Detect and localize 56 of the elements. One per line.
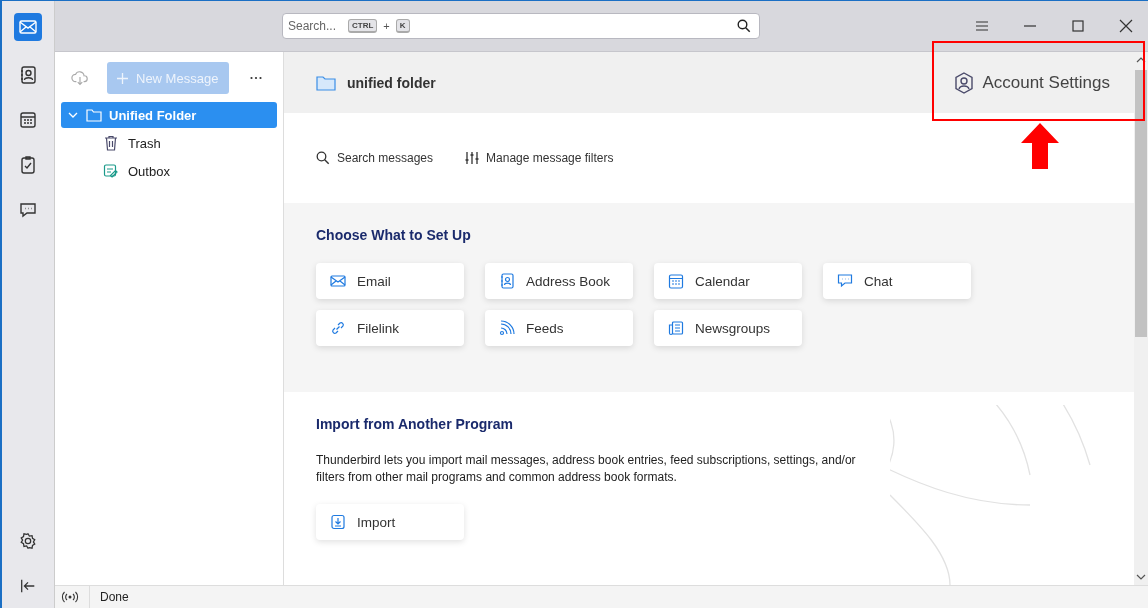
address-book-icon — [499, 273, 515, 289]
status-text: Done — [89, 586, 129, 608]
envelope-icon — [330, 273, 346, 289]
email-setup-button[interactable]: Email — [316, 263, 464, 299]
section-heading: Choose What to Set Up — [316, 227, 472, 243]
search-placeholder: Search... — [288, 19, 337, 33]
trash-icon — [103, 135, 119, 151]
scroll-down-icon[interactable] — [1136, 573, 1146, 581]
scroll-up-icon[interactable] — [1136, 56, 1146, 64]
plus-icon — [117, 72, 128, 84]
search-icon — [737, 19, 751, 33]
account-settings-button[interactable]: Account Settings — [954, 71, 1110, 94]
calendar-setup-button[interactable]: Calendar — [654, 263, 802, 299]
envelope-icon — [18, 17, 38, 37]
plus-sign: + — [383, 20, 390, 32]
filelink-setup-button[interactable]: Filelink — [316, 310, 464, 346]
collapse-arrow-icon — [19, 577, 37, 595]
newspaper-icon — [668, 320, 684, 336]
scrollbar[interactable] — [1134, 52, 1148, 585]
keyboard-key: CTRL — [348, 19, 378, 33]
sliders-icon — [465, 151, 480, 165]
address-book-setup-button[interactable]: Address Book — [485, 263, 633, 299]
up-arrow-icon — [1020, 123, 1060, 169]
calendar-icon — [668, 273, 684, 289]
feeds-setup-button[interactable]: Feeds — [485, 310, 633, 346]
folder-item[interactable]: Outbox — [61, 158, 277, 184]
import-icon — [330, 514, 346, 530]
connection-icon — [61, 591, 79, 603]
folder-icon — [316, 74, 336, 91]
search-messages-link[interactable]: Search messages — [316, 151, 434, 165]
close-icon[interactable] — [1119, 19, 1133, 33]
newsgroups-setup-button[interactable]: Newsgroups — [654, 310, 802, 346]
chat-setup-button[interactable]: Chat — [823, 263, 971, 299]
account-icon — [954, 71, 975, 94]
import-description: Thunderbird lets you import mail messages, address book entries, feed subscriptions, settings, and/or filters from other mail programs and common address book formats. — [316, 452, 857, 486]
rss-icon — [499, 320, 515, 336]
clipboard-check-icon — [18, 155, 38, 175]
folder-item[interactable]: Trash — [61, 130, 277, 156]
menu-icon[interactable] — [975, 19, 989, 33]
chat-bubble-icon — [18, 200, 38, 220]
mail-space-button[interactable] — [14, 13, 42, 41]
keyboard-key: K — [395, 19, 410, 33]
folder-title: unified folder — [347, 74, 436, 91]
address-book-icon — [18, 65, 38, 85]
link-icon — [330, 320, 346, 336]
calendar-icon — [18, 110, 38, 130]
import-button[interactable]: Import — [316, 504, 464, 540]
section-heading: Import from Another Program — [316, 416, 515, 432]
settings-icon — [19, 532, 37, 550]
manage-filters-link[interactable]: Manage message filters — [465, 151, 614, 165]
outbox-icon — [103, 163, 119, 179]
folder-icon — [86, 108, 102, 122]
search-icon — [316, 151, 330, 165]
chat-bubble-icon — [837, 273, 853, 289]
maximize-icon[interactable] — [1071, 19, 1085, 33]
search-field[interactable]: Search... CTRL + K — [282, 13, 760, 39]
